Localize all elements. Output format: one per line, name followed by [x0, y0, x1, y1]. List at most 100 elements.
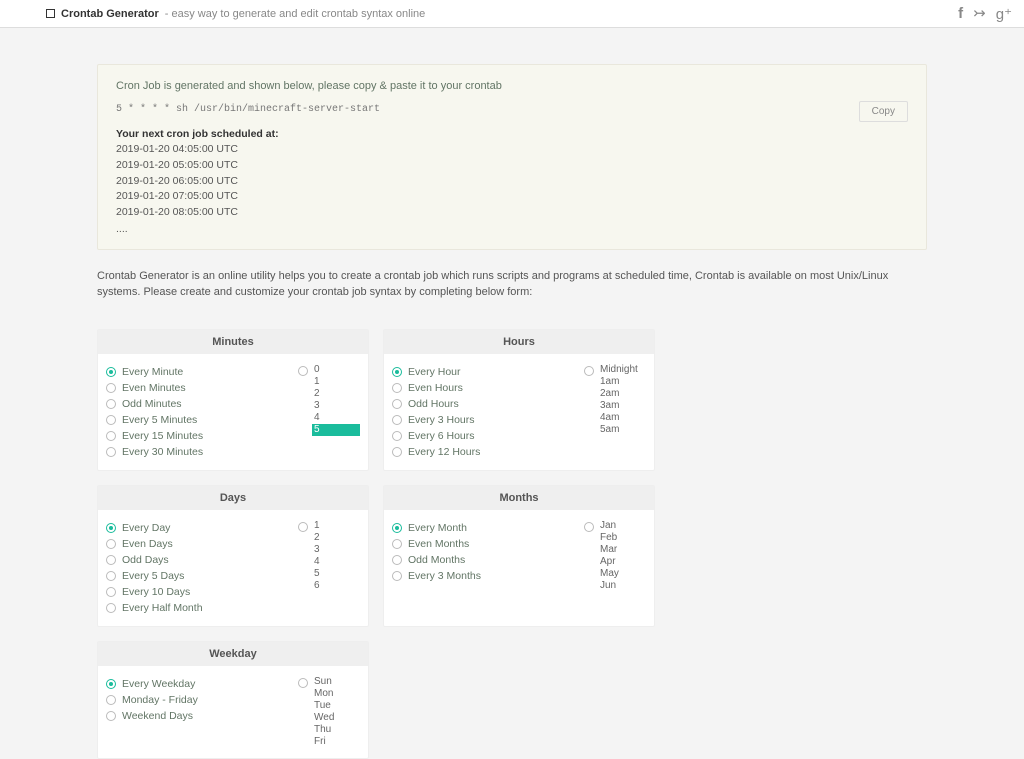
days-option[interactable]: Even Days [106, 536, 292, 552]
copy-button[interactable]: Copy [859, 101, 908, 122]
hours-option[interactable]: Odd Hours [392, 396, 578, 412]
hours-option[interactable]: Every 6 Hours [392, 428, 578, 444]
days-value-item[interactable]: 6 [312, 580, 360, 592]
minutes-value-list[interactable]: 012345678 [312, 364, 360, 436]
months-value-item[interactable]: Apr [598, 556, 646, 568]
weekday-option[interactable]: Weekend Days [106, 708, 292, 724]
months-option[interactable]: Even Months [392, 536, 578, 552]
hours-option[interactable]: Every Hour [392, 364, 578, 380]
days-list-radio[interactable] [298, 522, 308, 532]
hours-list-radio[interactable] [584, 366, 594, 376]
radio-icon[interactable] [106, 367, 116, 377]
weekday-value-item[interactable]: Fri [312, 736, 360, 748]
twitter-icon[interactable]: ↣ [973, 4, 986, 23]
months-option[interactable]: Every 3 Months [392, 568, 578, 584]
hours-option[interactable]: Even Hours [392, 380, 578, 396]
days-option[interactable]: Every 5 Days [106, 568, 292, 584]
radio-icon[interactable] [392, 539, 402, 549]
radio-icon[interactable] [392, 367, 402, 377]
days-option[interactable]: Odd Days [106, 552, 292, 568]
hours-value-item[interactable]: 3am [598, 400, 646, 412]
radio-icon[interactable] [106, 679, 116, 689]
days-value-item[interactable]: 2 [312, 532, 360, 544]
intro-text: Crontab Generator is an online utility h… [97, 268, 927, 301]
radio-icon[interactable] [392, 555, 402, 565]
radio-icon[interactable] [106, 711, 116, 721]
weekday-value-list[interactable]: SunMonTueWedThuFri [312, 676, 360, 748]
hours-value-item[interactable]: 2am [598, 388, 646, 400]
weekday-value-item[interactable]: Wed [312, 712, 360, 724]
radio-icon[interactable] [106, 399, 116, 409]
months-value-item[interactable]: Feb [598, 532, 646, 544]
radio-icon[interactable] [106, 539, 116, 549]
months-value-item[interactable]: May [598, 568, 646, 580]
days-value-item[interactable]: 4 [312, 556, 360, 568]
radio-icon[interactable] [106, 431, 116, 441]
radio-icon[interactable] [392, 447, 402, 457]
minutes-option[interactable]: Odd Minutes [106, 396, 292, 412]
days-value-item[interactable]: 3 [312, 544, 360, 556]
months-option[interactable]: Odd Months [392, 552, 578, 568]
minutes-value-item[interactable]: 3 [312, 400, 360, 412]
radio-icon[interactable] [106, 695, 116, 705]
radio-icon[interactable] [106, 523, 116, 533]
weekday-list-radio[interactable] [298, 678, 308, 688]
minutes-value-item[interactable]: 0 [312, 364, 360, 376]
weekday-value-item[interactable]: Thu [312, 724, 360, 736]
radio-icon[interactable] [106, 571, 116, 581]
months-value-item[interactable]: Jan [598, 520, 646, 532]
radio-icon[interactable] [392, 431, 402, 441]
weekday-value-item[interactable]: Tue [312, 700, 360, 712]
months-value-list[interactable]: JanFebMarAprMayJun [598, 520, 646, 592]
hours-value-item[interactable]: 4am [598, 412, 646, 424]
google-plus-icon[interactable]: g⁺ [996, 5, 1012, 23]
months-list-radio[interactable] [584, 522, 594, 532]
months-panel-header: Months [384, 486, 654, 510]
months-option[interactable]: Every Month [392, 520, 578, 536]
minutes-option[interactable]: Every Minute [106, 364, 292, 380]
months-value-item[interactable]: Jun [598, 580, 646, 592]
minutes-list-radio[interactable] [298, 366, 308, 376]
minutes-option[interactable]: Every 5 Minutes [106, 412, 292, 428]
days-value-list[interactable]: 123456789 [312, 520, 360, 592]
minutes-option[interactable]: Every 15 Minutes [106, 428, 292, 444]
weekday-value-item[interactable]: Mon [312, 688, 360, 700]
minutes-value-item[interactable]: 2 [312, 388, 360, 400]
schedule-entry: 2019-01-20 04:05:00 UTC [116, 142, 908, 158]
days-value-item[interactable]: 1 [312, 520, 360, 532]
radio-icon[interactable] [392, 523, 402, 533]
radio-icon[interactable] [106, 587, 116, 597]
minutes-option[interactable]: Even Minutes [106, 380, 292, 396]
hours-value-list[interactable]: Midnight1am2am3am4am5am6am7am8am [598, 364, 646, 436]
minutes-value-item[interactable]: 5 [312, 424, 360, 436]
radio-icon[interactable] [106, 415, 116, 425]
radio-icon[interactable] [106, 447, 116, 457]
hours-option[interactable]: Every 12 Hours [392, 444, 578, 460]
radio-icon[interactable] [106, 555, 116, 565]
months-panel: Months Every MonthEven MonthsOdd MonthsEv… [383, 485, 655, 627]
hours-value-item[interactable]: Midnight [598, 364, 646, 376]
days-value-item[interactable]: 5 [312, 568, 360, 580]
hours-option[interactable]: Every 3 Hours [392, 412, 578, 428]
weekday-option[interactable]: Monday - Friday [106, 692, 292, 708]
days-option[interactable]: Every Half Month [106, 600, 292, 616]
months-value-item[interactable]: Mar [598, 544, 646, 556]
minutes-option[interactable]: Every 30 Minutes [106, 444, 292, 460]
hours-value-item[interactable]: 1am [598, 376, 646, 388]
facebook-icon[interactable]: f [958, 5, 963, 22]
days-option[interactable]: Every Day [106, 520, 292, 536]
minutes-value-item[interactable]: 1 [312, 376, 360, 388]
weekday-option-label: Weekend Days [122, 710, 193, 722]
radio-icon[interactable] [392, 415, 402, 425]
radio-icon[interactable] [392, 399, 402, 409]
days-option[interactable]: Every 10 Days [106, 584, 292, 600]
weekday-option[interactable]: Every Weekday [106, 676, 292, 692]
cron-output: 5 * * * * sh /usr/bin/minecraft-server-s… [116, 94, 849, 121]
hours-value-item[interactable]: 5am [598, 424, 646, 436]
radio-icon[interactable] [106, 383, 116, 393]
radio-icon[interactable] [392, 571, 402, 581]
weekday-value-item[interactable]: Sun [312, 676, 360, 688]
minutes-value-item[interactable]: 4 [312, 412, 360, 424]
radio-icon[interactable] [106, 603, 116, 613]
radio-icon[interactable] [392, 383, 402, 393]
